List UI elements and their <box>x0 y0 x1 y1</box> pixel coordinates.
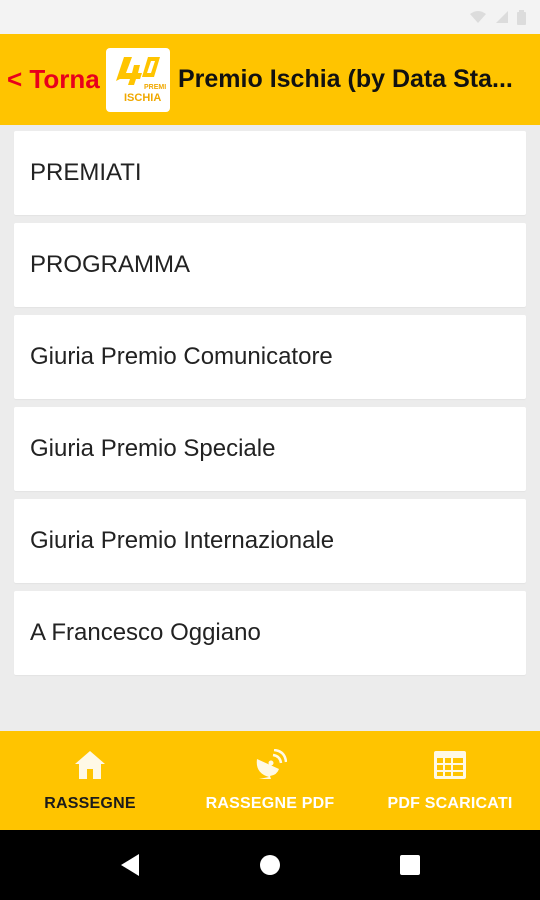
list-item-francesco-oggiano[interactable]: A Francesco Oggiano <box>14 591 526 675</box>
list-item-programma[interactable]: PROGRAMMA <box>14 223 526 307</box>
svg-text:PREMIO: PREMIO <box>144 84 166 91</box>
signal-icon <box>496 11 508 23</box>
bottom-navigation: RASSEGNE RASSEGNE PDF PDF SCARICATI <box>0 731 540 830</box>
app-bar: < Torna PREMIO ISCHIA Premio Ischia (by … <box>0 34 540 125</box>
app-title: Premio Ischia (by Data Sta... <box>178 65 513 93</box>
triangle-back-icon <box>121 854 139 876</box>
svg-text:ISCHIA: ISCHIA <box>124 92 161 104</box>
wifi-icon <box>470 11 486 23</box>
menu-list: PREMIATI PROGRAMMA Giuria Premio Comunic… <box>14 131 526 683</box>
list-item-label: Giuria Premio Speciale <box>30 435 276 462</box>
list-item-giuria-comunicatore[interactable]: Giuria Premio Comunicatore <box>14 315 526 399</box>
back-button[interactable]: < Torna <box>0 64 106 95</box>
system-home-button[interactable] <box>250 845 290 885</box>
system-recents-button[interactable] <box>390 845 430 885</box>
tab-label: PDF SCARICATI <box>387 795 513 812</box>
calendar-grid-icon <box>434 751 466 779</box>
satellite-dish-icon <box>256 749 287 779</box>
status-icons <box>469 9 526 25</box>
battery-icon <box>517 9 526 25</box>
list-item-giuria-internazionale[interactable]: Giuria Premio Internazionale <box>14 499 526 583</box>
circle-home-icon <box>260 855 280 875</box>
list-item-label: A Francesco Oggiano <box>30 619 261 646</box>
list-item-giuria-speciale[interactable]: Giuria Premio Speciale <box>14 407 526 491</box>
list-item-label: Giuria Premio Internazionale <box>30 527 335 554</box>
premio-ischia-logo-graphic: PREMIO ISCHIA <box>116 56 166 104</box>
system-back-button[interactable] <box>110 845 150 885</box>
tab-rassegne[interactable]: RASSEGNE <box>0 731 180 830</box>
home-icon <box>75 751 105 779</box>
tab-rassegne-pdf[interactable]: RASSEGNE PDF <box>180 731 360 830</box>
list-item-label: Giuria Premio Comunicatore <box>30 343 333 370</box>
list-item-label: PREMIATI <box>30 159 142 186</box>
system-navigation-bar <box>0 830 540 900</box>
premio-ischia-logo: PREMIO ISCHIA <box>106 47 170 112</box>
tab-pdf-scaricati[interactable]: PDF SCARICATI <box>360 731 540 830</box>
status-bar <box>0 0 540 34</box>
tab-label: RASSEGNE <box>44 795 136 812</box>
square-recents-icon <box>400 855 420 875</box>
tab-label: RASSEGNE PDF <box>205 795 335 812</box>
list-item-premiati[interactable]: PREMIATI <box>14 131 526 215</box>
list-item-label: PROGRAMMA <box>30 251 191 278</box>
